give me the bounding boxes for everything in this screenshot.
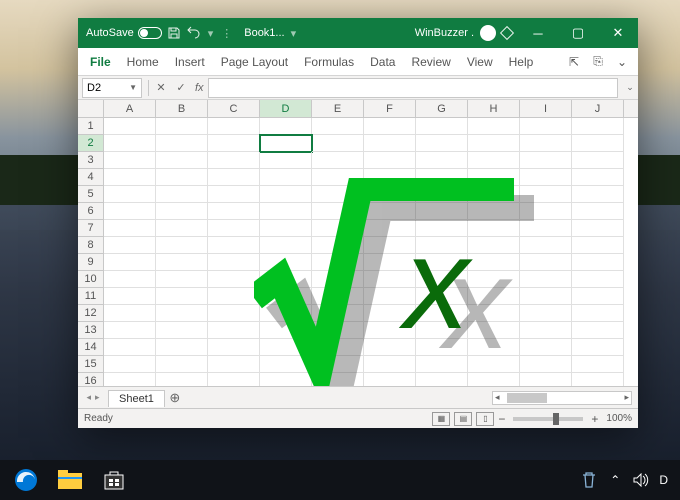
separator: ⋮ [221,27,232,40]
minimize-button[interactable]: ─ [518,18,558,48]
microsoft-store-icon[interactable] [92,460,136,500]
file-explorer-icon[interactable] [48,460,92,500]
row-header[interactable]: 7 [78,220,103,237]
row-header[interactable]: 8 [78,237,103,254]
tab-home[interactable]: Home [119,48,167,75]
column-header[interactable]: G [416,100,468,117]
enter-icon[interactable]: ✓ [171,81,191,94]
row-header[interactable]: 12 [78,305,103,322]
tab-formulas[interactable]: Formulas [296,48,362,75]
recycle-bin-icon[interactable] [581,472,597,488]
column-header[interactable]: D [260,100,312,117]
tab-view[interactable]: View [459,48,501,75]
tab-review[interactable]: Review [403,48,458,75]
name-box[interactable]: D2 ▼ [82,78,142,98]
share-icon[interactable]: ⇱ [562,55,586,69]
zoom-out-button[interactable]: − [498,412,505,426]
tab-data[interactable]: Data [362,48,403,75]
taskbar: ⌃ D [0,460,680,500]
normal-view-icon[interactable]: ▦ [432,412,450,426]
chevron-down-icon[interactable]: ▼ [129,83,137,92]
column-header[interactable]: H [468,100,520,117]
comments-icon[interactable]: ⎘ [586,54,610,69]
diamond-icon[interactable] [500,26,514,40]
avatar[interactable] [480,25,496,41]
undo-icon[interactable] [186,25,202,41]
excel-window: AutoSave ▾ ⋮ Book1... ▾ WinBuzzer . [78,18,638,428]
row-header[interactable]: 4 [78,169,103,186]
zoom-level[interactable]: 100% [606,413,632,424]
chevron-down-icon[interactable]: ▾ [291,27,297,40]
select-all-corner[interactable] [78,100,104,117]
document-title: Book1... [244,27,284,39]
ribbon-tabs: File Home Insert Page Layout Formulas Da… [78,48,638,76]
column-header[interactable]: C [208,100,260,117]
status-text: Ready [84,413,113,424]
formula-bar-row: D2 ▼ ✕ ✓ fx ⌄ [78,76,638,100]
maximize-button[interactable]: ▢ [558,18,598,48]
sheet-tabs-bar: ◂▸ Sheet1 ⊕ [78,386,638,408]
save-icon[interactable] [166,25,182,41]
zoom-slider[interactable] [513,417,583,421]
row-header[interactable]: 6 [78,203,103,220]
edge-browser-icon[interactable] [4,460,48,500]
language-indicator[interactable]: D [659,473,668,487]
expand-formula-bar-icon[interactable]: ⌄ [622,82,638,93]
row-header[interactable]: 10 [78,271,103,288]
account-name[interactable]: WinBuzzer . [415,27,474,39]
row-headers: 1 2 3 4 5 6 7 8 9 10 11 12 13 14 15 16 [78,118,104,386]
row-header[interactable]: 13 [78,322,103,339]
tab-page-layout[interactable]: Page Layout [213,48,296,75]
horizontal-scrollbar[interactable] [492,391,632,405]
autosave-label: AutoSave [86,27,134,39]
spreadsheet-grid[interactable]: A B C D E F G H I J 1 2 3 4 5 6 7 [78,100,638,386]
row-header[interactable]: 3 [78,152,103,169]
toggle-off-icon[interactable] [138,27,162,39]
formula-input[interactable] [208,78,618,98]
column-header[interactable]: I [520,100,572,117]
add-sheet-button[interactable]: ⊕ [165,390,185,406]
row-header[interactable]: 5 [78,186,103,203]
row-header[interactable]: 11 [78,288,103,305]
row-header[interactable]: 2 [78,135,103,152]
autosave-toggle[interactable]: AutoSave [86,27,162,39]
desktop-wallpaper: AutoSave ▾ ⋮ Book1... ▾ WinBuzzer . [0,0,680,500]
volume-icon[interactable] [633,472,649,488]
row-header[interactable]: 16 [78,373,103,386]
sheet-nav[interactable]: ◂▸ [78,392,108,403]
status-bar: Ready ▦ ▤ ▯ − + 100% [78,408,638,428]
close-button[interactable]: ✕ [598,18,638,48]
tab-help[interactable]: Help [501,48,542,75]
zoom-in-button[interactable]: + [591,412,598,426]
tab-insert[interactable]: Insert [167,48,213,75]
column-header[interactable]: B [156,100,208,117]
collapse-ribbon-icon[interactable]: ⌄ [610,55,634,69]
row-header[interactable]: 14 [78,339,103,356]
cancel-icon[interactable]: ✕ [151,81,171,94]
column-header[interactable]: E [312,100,364,117]
page-break-view-icon[interactable]: ▯ [476,412,494,426]
column-header[interactable]: F [364,100,416,117]
cells-area[interactable]: x x [104,118,638,386]
sheet-tab[interactable]: Sheet1 [108,390,165,407]
cell-reference: D2 [87,82,101,94]
column-header[interactable]: A [104,100,156,117]
page-layout-view-icon[interactable]: ▤ [454,412,472,426]
system-tray: ⌃ D [581,472,676,488]
separator: ▾ [208,27,214,40]
tab-file[interactable]: File [82,48,119,75]
column-headers: A B C D E F G H I J [78,100,638,118]
row-header[interactable]: 15 [78,356,103,373]
active-cell[interactable] [260,135,312,152]
tray-chevron-up-icon[interactable]: ⌃ [607,472,623,488]
column-header[interactable]: J [572,100,624,117]
fx-icon[interactable]: fx [191,82,208,94]
row-header[interactable]: 1 [78,118,103,135]
titlebar: AutoSave ▾ ⋮ Book1... ▾ WinBuzzer . [78,18,638,48]
row-header[interactable]: 9 [78,254,103,271]
